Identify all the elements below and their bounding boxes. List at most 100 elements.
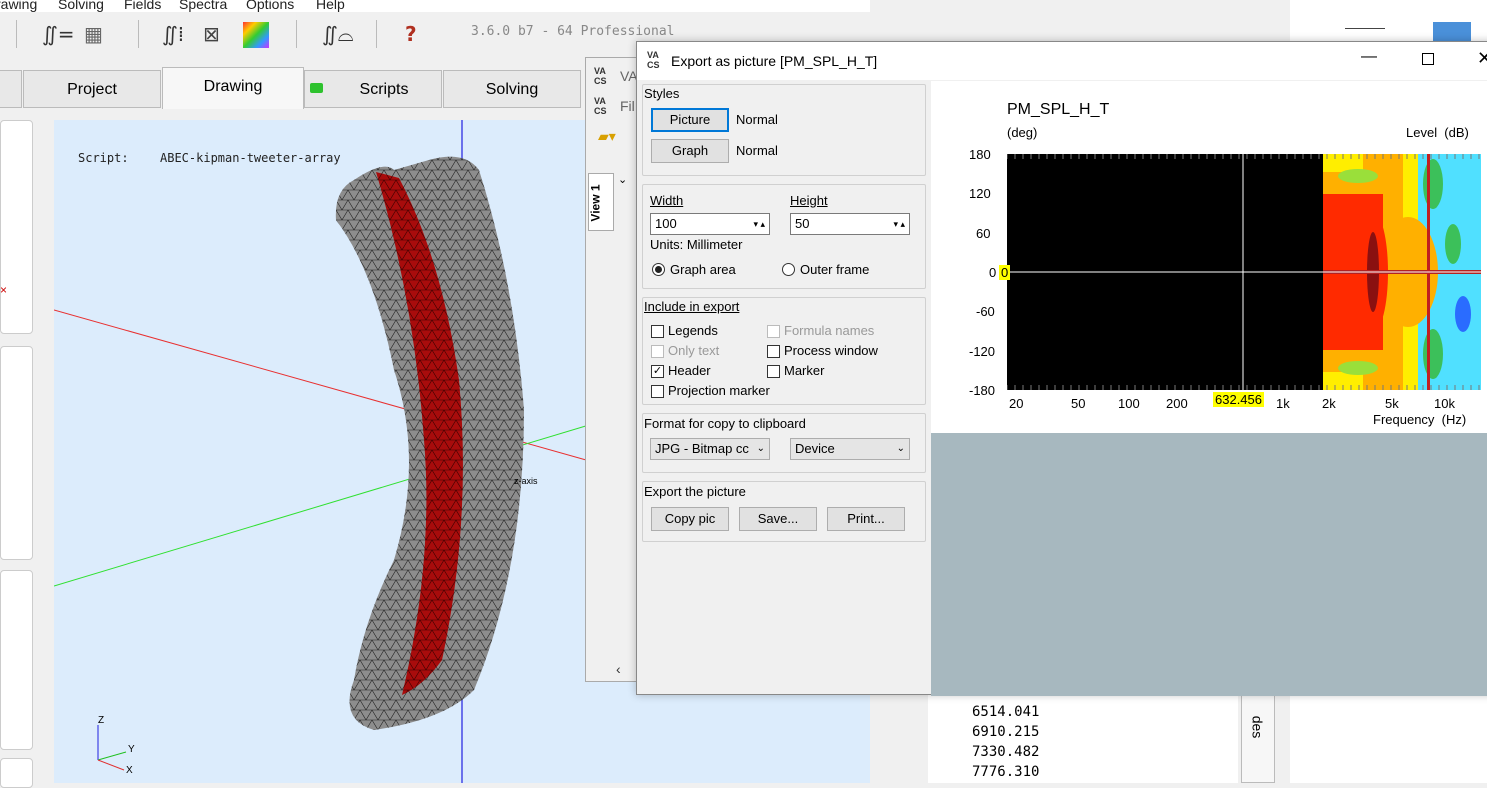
chart-ylabel: (deg)	[1007, 125, 1038, 140]
legends-checkbox[interactable]	[651, 325, 664, 338]
y-tick: 180	[969, 147, 991, 162]
y-tick: -60	[976, 304, 995, 319]
projection-marker-label[interactable]: Projection marker	[668, 383, 770, 398]
spin-icon[interactable]: ▾ ▴	[893, 214, 905, 234]
side-tab-label: des	[1249, 715, 1266, 739]
list-item: 7330.482	[972, 744, 1040, 760]
tab-project[interactable]: Project	[23, 70, 161, 108]
scroll-left-icon[interactable]: ‹	[616, 661, 621, 677]
menu-options[interactable]: Options	[246, 0, 294, 12]
only-text-label: Only text	[668, 343, 720, 358]
heatmap-green-blob	[1445, 224, 1461, 264]
number-list: 6514.041 6910.215 7330.482 7776.310	[928, 688, 1238, 783]
integral-equals-icon[interactable]: ∬=	[42, 22, 75, 46]
va-logo-icon: VA CS	[594, 66, 607, 86]
y-tick: -180	[969, 383, 996, 398]
x-tick: 5k	[1385, 396, 1399, 411]
export-label: Export the picture	[644, 484, 746, 499]
folder-open-icon[interactable]: ▰▾	[598, 128, 616, 145]
tab-drawing[interactable]: Drawing	[162, 67, 304, 109]
integral-bars-icon[interactable]: ∬⁞	[162, 22, 184, 46]
close-mark-icon: ×	[0, 283, 8, 297]
heatmap-top-green	[1338, 169, 1378, 183]
format-select[interactable]: JPG - Bitmap cc ⌄	[650, 438, 770, 460]
heatmap-green-blob	[1423, 159, 1443, 209]
axis-y-label: Y	[128, 744, 135, 755]
copy-pic-button[interactable]: Copy pic	[651, 507, 729, 531]
version-text: 3.6.0 b7 - 64 Professional	[471, 24, 675, 39]
integral-plot-icon[interactable]: ∬⌓	[322, 22, 354, 46]
print-button[interactable]: Print...	[827, 507, 905, 531]
legends-label[interactable]: Legends	[668, 323, 718, 338]
styles-label: Styles	[644, 86, 680, 101]
tab-solving[interactable]: Solving	[443, 70, 581, 108]
toolbar-separator	[138, 20, 139, 48]
size-group: Width Height 100 ▾ ▴ 50 ▾ ▴ Units: Millime…	[642, 184, 926, 289]
device-select[interactable]: Device ⌄	[790, 438, 910, 460]
menu-spectra[interactable]: Spectra	[179, 0, 227, 12]
maximize-icon[interactable]	[1422, 53, 1434, 65]
y-tick: -120	[969, 344, 996, 359]
x-tick: 10k	[1434, 396, 1455, 411]
export-dialog: VA CS Export as picture [PM_SPL_H_T] — ✕ …	[636, 41, 1487, 696]
cursor-y-readout: 0	[999, 265, 1011, 280]
picture-button[interactable]: Picture	[651, 108, 729, 132]
file-menu[interactable]: Fil	[620, 98, 635, 114]
chevron-down-icon[interactable]: ⌄	[618, 173, 627, 186]
toolbar-separator	[296, 20, 297, 48]
marker-checkbox[interactable]	[767, 365, 780, 378]
close-icon[interactable]: ✕	[1477, 48, 1487, 69]
menu-help[interactable]: Help	[316, 0, 345, 12]
height-label: Height	[790, 193, 828, 208]
menu-drawing[interactable]: rawing	[0, 0, 37, 12]
va-logo-icon: VA CS	[594, 96, 607, 116]
mesh-grid-icon[interactable]: ⊠	[203, 22, 220, 46]
side-panel-2[interactable]	[0, 346, 33, 560]
include-group: Include in export Legends Formula names …	[642, 297, 926, 405]
format-group: Format for copy to clipboard JPG - Bitma…	[642, 413, 926, 473]
x-tick: 2k	[1322, 396, 1336, 411]
process-window-checkbox[interactable]	[767, 345, 780, 358]
graph-area-radio[interactable]	[652, 263, 665, 276]
side-tab[interactable]: des	[1241, 688, 1275, 783]
axis-z-label: Z	[98, 715, 104, 726]
spin-icon[interactable]: ▾ ▴	[753, 214, 765, 234]
tab-view1[interactable]: View 1	[588, 173, 614, 231]
list-item: 6514.041	[972, 704, 1040, 720]
tab-scripts[interactable]: Scripts	[304, 70, 442, 108]
cursor-x-readout: 632.456	[1213, 392, 1264, 407]
outer-frame-label[interactable]: Outer frame	[800, 262, 869, 277]
script-name: ABEC-kipman-tweeter-array	[160, 151, 341, 165]
status-light-icon	[310, 83, 323, 93]
spectrum-icon[interactable]	[243, 22, 269, 48]
menu-solving[interactable]: Solving	[58, 0, 104, 12]
dialog-title: Export as picture [PM_SPL_H_T]	[671, 53, 878, 69]
vacs-logo-icon: VA CS	[647, 50, 660, 70]
save-button[interactable]: Save...	[739, 507, 817, 531]
help-icon[interactable]: ?	[405, 22, 417, 46]
graph-button[interactable]: Graph	[651, 139, 729, 163]
y-tick: 0	[989, 265, 997, 280]
height-input[interactable]: 50 ▾ ▴	[790, 213, 910, 235]
tab-hidden[interactable]	[0, 70, 22, 108]
width-input[interactable]: 100 ▾ ▴	[650, 213, 770, 235]
side-panel-3[interactable]	[0, 570, 33, 750]
graph-area-label[interactable]: Graph area	[670, 262, 736, 277]
axis-triad	[97, 725, 127, 771]
format-value: JPG - Bitmap cc	[655, 441, 749, 456]
mesh-icon[interactable]: ▦	[84, 22, 103, 46]
x-tick: 50	[1071, 396, 1086, 411]
minimize-icon[interactable]: —	[1361, 48, 1377, 66]
side-panel-4[interactable]	[0, 758, 33, 788]
marker-label[interactable]: Marker	[784, 363, 824, 378]
graph-style: Normal	[736, 143, 778, 158]
heatmap-plot[interactable]	[1007, 154, 1481, 390]
menu-fields[interactable]: Fields	[124, 0, 161, 12]
header-checkbox[interactable]: ✓	[651, 365, 664, 378]
projection-marker-checkbox[interactable]	[651, 385, 664, 398]
script-label: Script:	[78, 151, 129, 165]
header-label[interactable]: Header	[668, 363, 711, 378]
side-panel-1[interactable]	[0, 120, 33, 334]
outer-frame-radio[interactable]	[782, 263, 795, 276]
process-window-label[interactable]: Process window	[784, 343, 878, 358]
